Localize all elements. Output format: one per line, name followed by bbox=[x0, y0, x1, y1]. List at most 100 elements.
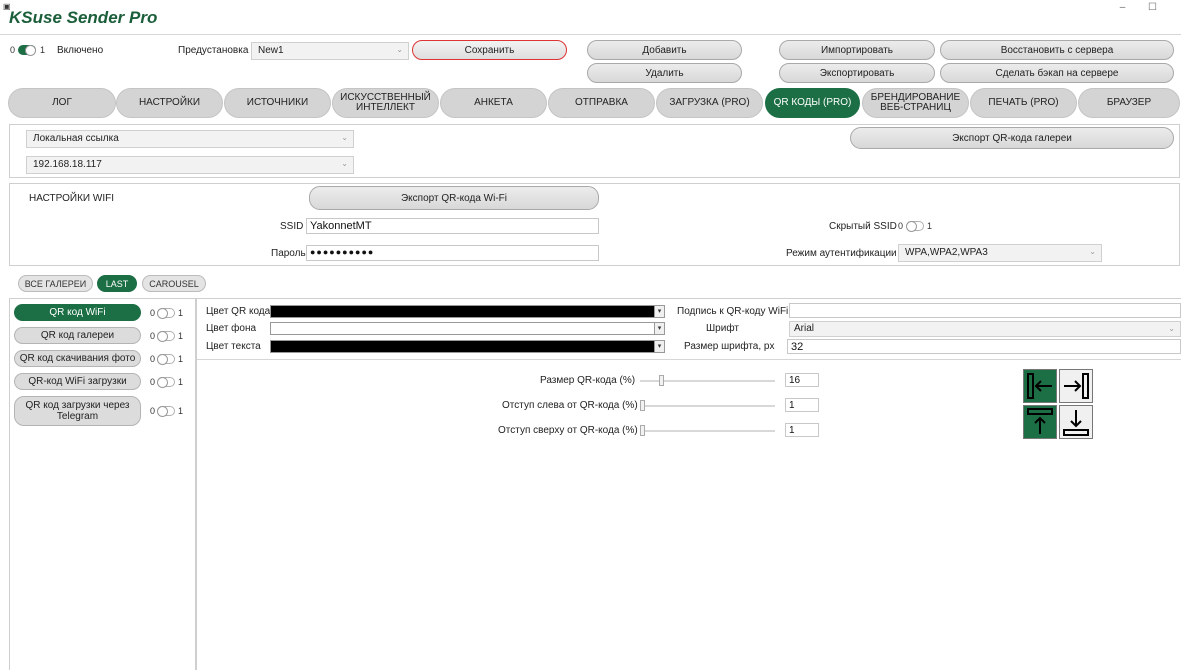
qr-telegram-toggle-right: 1 bbox=[178, 406, 184, 416]
tab-branding[interactable]: БРЕНДИРОВАНИЕ ВЕБ-СТРАНИЦ bbox=[862, 88, 969, 118]
align-top-icon bbox=[1027, 408, 1053, 434]
settings-divider bbox=[197, 359, 1181, 360]
chevron-down-icon: ▾ bbox=[654, 340, 665, 353]
tab-settings[interactable]: НАСТРОЙКИ bbox=[116, 88, 223, 118]
window-controls[interactable]: – ☐ bbox=[1120, 2, 1167, 13]
qr-wifi-upload-toggle[interactable] bbox=[157, 377, 175, 388]
toggle-knob bbox=[157, 406, 168, 417]
tab-sources[interactable]: ИСТОЧНИКИ bbox=[224, 88, 331, 118]
align-right-button[interactable] bbox=[1059, 369, 1093, 403]
enable-toggle-right: 1 bbox=[40, 45, 46, 55]
qr-color-picker[interactable]: ▾ bbox=[270, 305, 665, 318]
qr-telegram-toggle[interactable] bbox=[157, 406, 175, 417]
chevron-down-icon: ⌄ bbox=[341, 133, 348, 142]
app-title: KSuse Sender Pro bbox=[9, 8, 158, 27]
export-button[interactable]: Экспортировать bbox=[779, 63, 935, 83]
top-offset-slider[interactable] bbox=[640, 425, 775, 436]
qr-photo-download-toggle[interactable] bbox=[157, 354, 175, 365]
text-color-picker[interactable]: ▾ bbox=[270, 340, 665, 353]
link-type-value: Локальная ссылка bbox=[33, 133, 119, 144]
qr-gallery-button[interactable]: QR код галереи bbox=[14, 327, 141, 344]
qr-wifi-upload-button[interactable]: QR-код WiFi загрузки bbox=[14, 373, 141, 390]
tab-sending[interactable]: ОТПРАВКА bbox=[548, 88, 655, 118]
font-value: Arial bbox=[794, 323, 815, 334]
auth-mode-select[interactable]: WPA,WPA2,WPA3 ⌄ bbox=[898, 244, 1102, 262]
qr-wifi-upload-toggle-left: 0 bbox=[150, 377, 156, 387]
align-bottom-icon bbox=[1063, 410, 1089, 436]
qr-gallery-toggle[interactable] bbox=[157, 331, 175, 342]
left-offset-input[interactable]: 1 bbox=[785, 398, 819, 412]
hidden-ssid-toggle[interactable] bbox=[906, 221, 924, 232]
preset-label: Предустановка bbox=[178, 45, 249, 56]
slider-thumb[interactable] bbox=[640, 400, 645, 411]
add-button[interactable]: Добавить bbox=[587, 40, 742, 60]
qr-telegram-upload-button[interactable]: QR код загрузки через Telegram bbox=[14, 396, 141, 426]
qr-wifi-button[interactable]: QR код WiFi bbox=[14, 304, 141, 321]
chevron-down-icon: ⌄ bbox=[396, 45, 403, 54]
preset-value: New1 bbox=[258, 45, 284, 56]
align-left-button[interactable] bbox=[1023, 369, 1057, 403]
delete-button[interactable]: Удалить bbox=[587, 63, 742, 83]
slider-thumb[interactable] bbox=[640, 425, 645, 436]
font-select[interactable]: Arial ⌄ bbox=[789, 321, 1181, 337]
tab-print-pro[interactable]: ПЕЧАТЬ (PRO) bbox=[970, 88, 1077, 118]
save-button[interactable]: Сохранить bbox=[412, 40, 567, 60]
export-gallery-qr-button[interactable]: Экспорт QR-кода галереи bbox=[850, 127, 1174, 149]
toggle-knob bbox=[25, 45, 36, 56]
chevron-down-icon: ▾ bbox=[654, 305, 665, 318]
font-size-input[interactable]: 32 bbox=[787, 339, 1181, 354]
tab-questionnaire[interactable]: АНКЕТА bbox=[440, 88, 547, 118]
qr-photo-download-toggle-right: 1 bbox=[178, 354, 184, 364]
qr-wifi-toggle[interactable] bbox=[157, 308, 175, 319]
align-left-icon bbox=[1027, 373, 1052, 399]
qr-photo-download-toggle-left: 0 bbox=[150, 354, 156, 364]
align-bottom-button[interactable] bbox=[1059, 405, 1093, 439]
gallery-tab-all[interactable]: ВСЕ ГАЛЕРЕИ bbox=[18, 275, 93, 292]
align-right-icon bbox=[1064, 373, 1089, 399]
toggle-knob bbox=[906, 221, 917, 232]
bg-color-picker[interactable]: ▾ bbox=[270, 322, 665, 335]
top-offset-input[interactable]: 1 bbox=[785, 423, 819, 437]
password-input[interactable]: ●●●●●●●●●● bbox=[306, 245, 599, 261]
font-size-label: Размер шрифта, px bbox=[684, 341, 775, 352]
qr-size-input[interactable]: 16 bbox=[785, 373, 819, 387]
gallery-tab-carousel[interactable]: CAROUSEL bbox=[142, 275, 206, 292]
left-offset-label: Отступ слева от QR-кода (%) bbox=[502, 400, 638, 411]
hidden-ssid-toggle-left: 0 bbox=[898, 221, 904, 231]
preset-select[interactable]: New1 ⌄ bbox=[251, 42, 409, 60]
text-color-label: Цвет текста bbox=[206, 341, 261, 352]
restore-from-server-button[interactable]: Восстановить с сервера bbox=[940, 40, 1174, 60]
link-type-select[interactable]: Локальная ссылка ⌄ bbox=[26, 130, 354, 148]
import-button[interactable]: Импортировать bbox=[779, 40, 935, 60]
qr-size-slider[interactable] bbox=[640, 375, 775, 386]
toggle-knob bbox=[157, 308, 168, 319]
password-label: Пароль bbox=[271, 248, 306, 259]
ssid-input[interactable]: YakonnetMT bbox=[306, 218, 599, 234]
wifi-heading: НАСТРОЙКИ WIFI bbox=[29, 193, 114, 204]
caption-input[interactable] bbox=[789, 303, 1181, 318]
tab-log[interactable]: ЛОГ bbox=[8, 88, 116, 118]
qr-wifi-toggle-right: 1 bbox=[178, 308, 184, 318]
export-wifi-qr-button[interactable]: Экспорт QR-кода Wi-Fi bbox=[309, 186, 599, 210]
hidden-ssid-toggle-right: 1 bbox=[927, 221, 933, 231]
align-top-button[interactable] bbox=[1023, 405, 1057, 439]
qr-gallery-toggle-right: 1 bbox=[178, 331, 184, 341]
qr-photo-download-button[interactable]: QR код скачивания фото bbox=[14, 350, 141, 367]
enable-toggle[interactable] bbox=[18, 45, 36, 56]
tab-qr-codes-pro[interactable]: QR КОДЫ (PRO) bbox=[765, 88, 860, 118]
toggle-knob bbox=[157, 331, 168, 342]
ip-select[interactable]: 192.168.18.117 ⌄ bbox=[26, 156, 354, 174]
tab-ai[interactable]: ИСКУССТВЕННЫЙ ИНТЕЛЛЕКТ bbox=[332, 88, 439, 118]
enabled-label: Включено bbox=[57, 45, 104, 56]
qr-size-label: Размер QR-кода (%) bbox=[540, 375, 636, 386]
ip-value: 192.168.18.117 bbox=[33, 159, 102, 170]
tab-browser[interactable]: БРАУЗЕР bbox=[1078, 88, 1180, 118]
chevron-down-icon: ⌄ bbox=[341, 159, 348, 168]
backup-on-server-button[interactable]: Сделать бэкап на сервере bbox=[940, 63, 1174, 83]
gallery-tab-last[interactable]: LAST bbox=[97, 275, 137, 292]
tab-upload-pro[interactable]: ЗАГРУЗКА (PRO) bbox=[656, 88, 763, 118]
left-offset-slider[interactable] bbox=[640, 400, 775, 411]
chevron-down-icon: ▾ bbox=[654, 322, 665, 335]
slider-thumb[interactable] bbox=[659, 375, 664, 386]
toggle-knob bbox=[157, 377, 168, 388]
